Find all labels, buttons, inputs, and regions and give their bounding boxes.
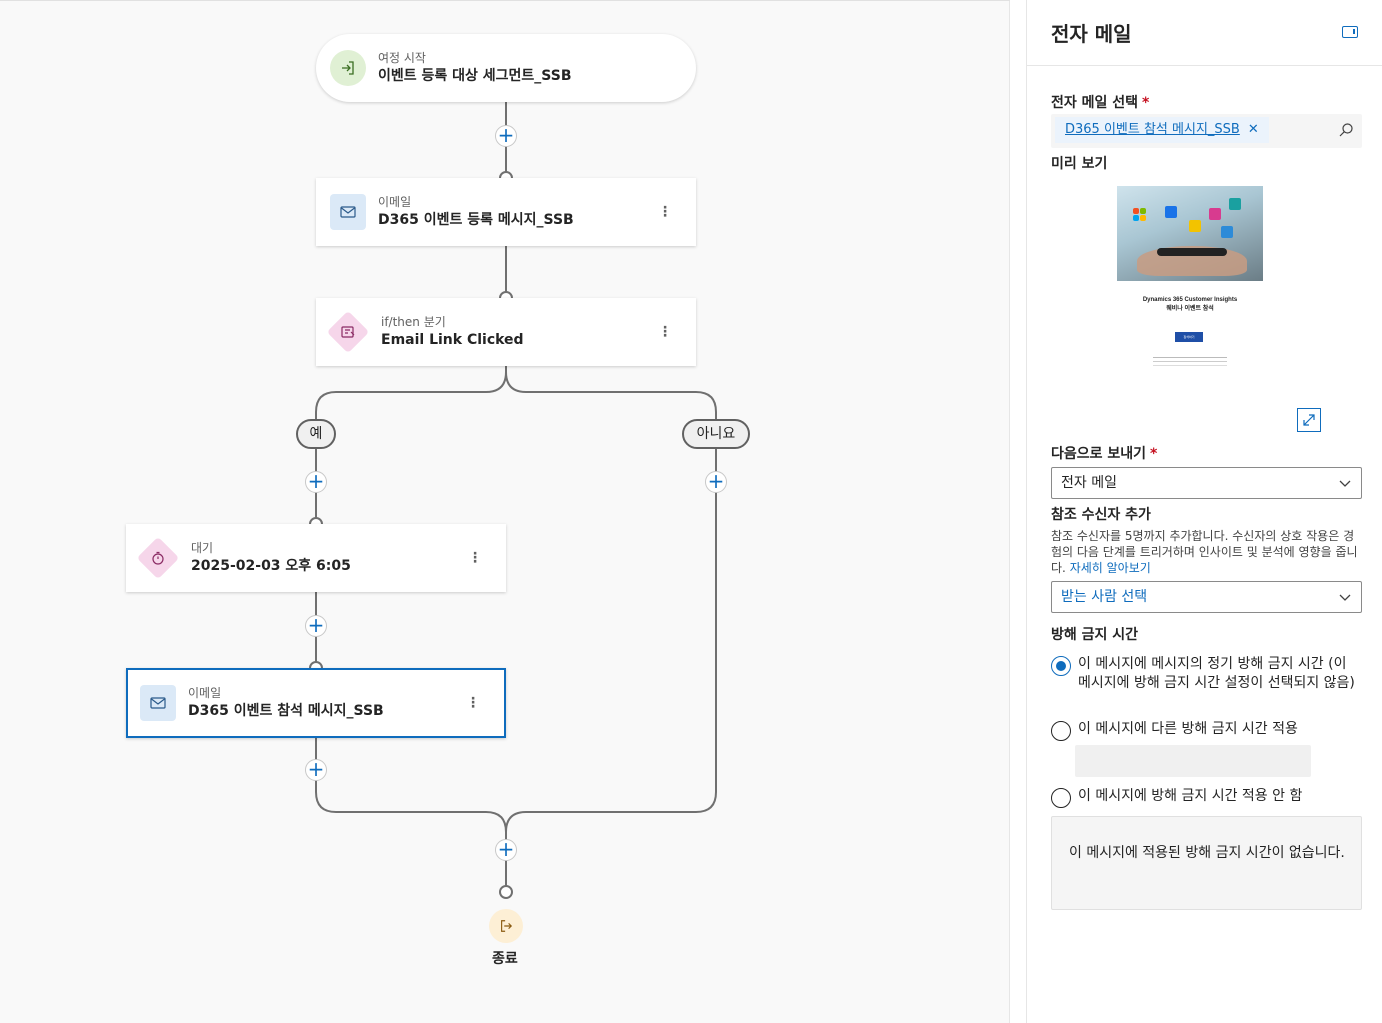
radio-button[interactable] [1051,656,1071,676]
quiet-hours-input-disabled [1075,745,1311,777]
quiet-option-default[interactable]: 이 메시지에 메시지의 정기 방해 금지 시간 (이 메시지에 방해 금지 시간… [1051,655,1363,693]
learn-more-link[interactable]: 자세히 알아보기 [1070,561,1151,575]
add-step-button[interactable]: + [495,125,517,147]
send-to-label: 다음으로 보내기 * [1051,446,1158,462]
email-preview-thumbnail[interactable]: Dynamics 365 Customer Insights 웨비나 이벤트 참석… [1117,186,1263,376]
add-step-button[interactable]: + [305,615,327,637]
selected-email-tag[interactable]: D365 이벤트 참석 메시지_SSB ✕ [1055,117,1269,143]
preview-hero-image [1117,186,1263,281]
collapse-panel-icon[interactable] [1342,26,1358,38]
add-step-button[interactable]: + [305,759,327,781]
timer-icon [136,536,180,580]
start-title: 이벤트 등록 대상 세그먼트_SSB [378,68,572,84]
branch-icon [326,310,370,354]
email1-subtitle: 이메일 [378,195,412,209]
add-recipients-description: 참조 수신자를 5명까지 추가합니다. 수신자의 상호 작용은 경험의 다음 단… [1051,529,1358,575]
add-recipients-label: 참조 수신자 추가 [1051,507,1151,523]
quiet-option-none[interactable]: 이 메시지에 방해 금지 시간 적용 안 함 [1051,787,1363,808]
expand-preview-icon[interactable] [1297,408,1321,432]
panel-title: 전자 메일 [1051,22,1132,46]
more-options-icon[interactable]: ⋮ [466,696,480,710]
start-subtitle: 여정 시작 [378,51,426,65]
branch-no-label[interactable]: 아니요 [682,419,750,449]
connector-dot [499,885,513,899]
preview-button: 참석하기 [1175,332,1203,342]
remove-tag-icon[interactable]: ✕ [1248,117,1259,143]
quiet-hours-label: 방해 금지 시간 [1051,627,1139,643]
more-options-icon[interactable]: ⋮ [658,205,672,219]
branch-node[interactable]: if/then 분기 Email Link Clicked ⋮ [316,298,696,366]
branch-title: Email Link Clicked [381,332,524,348]
recipients-dropdown[interactable]: 받는 사람 선택 [1051,581,1362,613]
email1-title: D365 이벤트 등록 메시지_SSB [378,212,574,228]
journey-canvas[interactable]: 여정 시작 이벤트 등록 대상 세그먼트_SSB + 이메일 D365 이벤트 … [0,0,1010,1023]
email-lookup-field[interactable]: D365 이벤트 참석 메시지_SSB ✕ [1051,114,1362,148]
end-label: 종료 [492,951,518,967]
mail-icon [140,685,176,721]
branch-yes-label[interactable]: 예 [296,419,336,449]
radio-button[interactable] [1051,788,1071,808]
search-icon[interactable] [1338,122,1354,142]
add-step-button[interactable]: + [495,839,517,861]
preview-label: 미리 보기 [1051,156,1108,172]
connector-lines [315,102,717,886]
exit-icon[interactable] [489,909,523,943]
email-node-attendance[interactable]: 이메일 D365 이벤트 참석 메시지_SSB ⋮ [126,668,506,738]
send-to-dropdown[interactable]: 전자 메일 [1051,467,1362,499]
email2-title: D365 이벤트 참석 메시지_SSB [188,703,384,719]
preview-footer [1153,357,1227,358]
add-step-button[interactable]: + [705,471,727,493]
email-select-label: 전자 메일 선택 * [1051,95,1150,111]
email-node-registration[interactable]: 이메일 D365 이벤트 등록 메시지_SSB ⋮ [316,178,696,246]
quiet-hours-info: 이 메시지에 적용된 방해 금지 시간이 없습니다. [1051,816,1362,910]
enter-icon [330,50,366,86]
email2-subtitle: 이메일 [188,686,222,700]
radio-button[interactable] [1051,721,1071,741]
branch-subtitle: if/then 분기 [381,315,446,329]
wait-subtitle: 대기 [191,541,214,555]
more-options-icon[interactable]: ⋮ [658,325,672,339]
journey-start-node[interactable]: 여정 시작 이벤트 등록 대상 세그먼트_SSB [316,34,696,102]
add-step-button[interactable]: + [305,471,327,493]
panel-header: 전자 메일 [1027,0,1382,66]
chevron-down-icon [1339,594,1351,601]
properties-panel: 전자 메일 전자 메일 선택 * D365 이벤트 참석 메시지_SSB ✕ 미리 … [1026,0,1382,1023]
quiet-option-other[interactable]: 이 메시지에 다른 방해 금지 시간 적용 [1051,720,1363,741]
chevron-down-icon [1339,480,1351,487]
wait-title: 2025-02-03 오후 6:05 [191,558,351,574]
wait-node[interactable]: 대기 2025-02-03 오후 6:05 ⋮ [126,524,506,592]
mail-icon [330,194,366,230]
preview-text: Dynamics 365 Customer Insights 웨비나 이벤트 참석 [1142,297,1238,312]
more-options-icon[interactable]: ⋮ [468,551,482,565]
